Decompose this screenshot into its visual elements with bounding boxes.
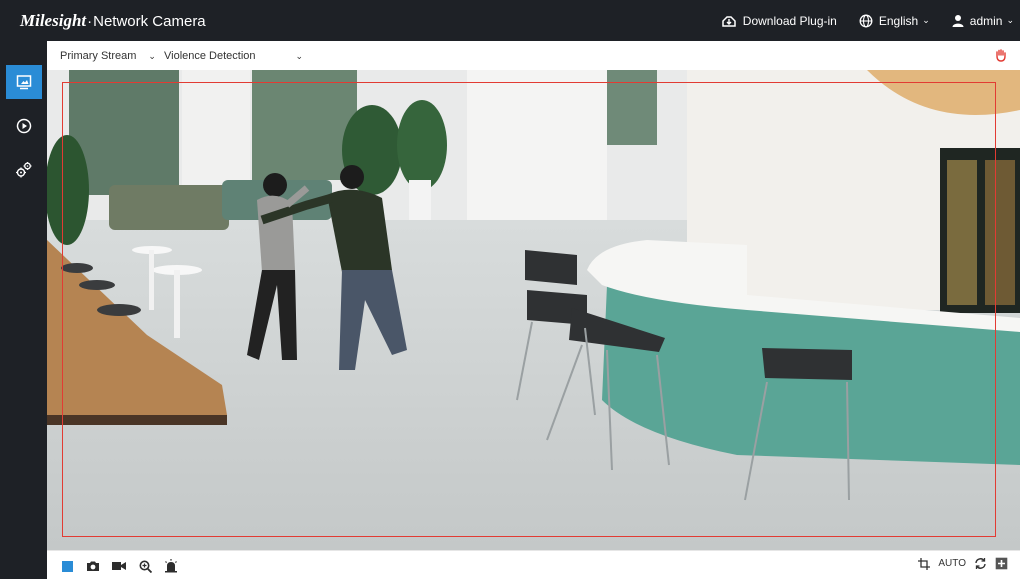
playback-icon bbox=[16, 118, 32, 134]
record-icon bbox=[112, 562, 126, 570]
app-title: Network Camera bbox=[93, 13, 206, 30]
live-view-icon bbox=[16, 75, 32, 90]
snapshot-icon bbox=[87, 561, 99, 571]
language-label: English bbox=[878, 13, 919, 28]
bottom-toolbar: AUTO bbox=[47, 550, 1020, 580]
user-menu[interactable]: admin ⌄ bbox=[952, 14, 1014, 28]
ptz-hand-button[interactable] bbox=[994, 48, 1008, 65]
user-label: admin bbox=[969, 13, 1003, 28]
detection-mode-select[interactable]: Violence Detection ⌄ bbox=[164, 50, 303, 62]
language-select[interactable]: English ⌄ bbox=[859, 14, 930, 28]
digital-zoom-button[interactable] bbox=[137, 558, 153, 574]
zoom-icon bbox=[139, 560, 152, 573]
sidebar bbox=[0, 41, 47, 579]
brand-name: Milesight bbox=[20, 11, 87, 30]
record-button[interactable] bbox=[111, 558, 127, 574]
detection-region bbox=[62, 82, 996, 537]
chevron-down-icon: ⌄ bbox=[295, 50, 304, 61]
chevron-down-icon: ⌄ bbox=[1006, 15, 1014, 25]
zoom-mode-label[interactable]: AUTO bbox=[938, 558, 966, 569]
refresh-icon[interactable] bbox=[974, 557, 987, 570]
stream-type-value: Primary Stream bbox=[60, 50, 137, 62]
hand-icon bbox=[996, 49, 1006, 62]
live-video[interactable] bbox=[47, 70, 1020, 550]
stream-bar: Primary Stream ⌄ Violence Detection ⌄ bbox=[47, 41, 1020, 71]
chevron-down-icon: ⌄ bbox=[148, 50, 156, 61]
globe-icon bbox=[859, 14, 873, 27]
app-logo: Milesight·Network Camera bbox=[20, 11, 206, 30]
crop-icon[interactable] bbox=[918, 557, 931, 570]
chevron-down-icon: ⌄ bbox=[922, 15, 930, 25]
snapshot-button[interactable] bbox=[85, 558, 101, 574]
sidebar-item-live-view[interactable] bbox=[6, 65, 42, 99]
stop-button[interactable] bbox=[59, 558, 75, 574]
top-header: Milesight·Network Camera Download Plug-i… bbox=[0, 0, 1020, 41]
sidebar-item-settings[interactable] bbox=[6, 153, 42, 187]
download-plugin-label: Download Plug-in bbox=[742, 13, 837, 28]
alarm-output-button[interactable] bbox=[163, 558, 179, 574]
stop-icon bbox=[61, 560, 73, 572]
download-plugin-button[interactable]: Download Plug-in bbox=[721, 14, 837, 28]
stream-type-select[interactable]: Primary Stream ⌄ bbox=[60, 50, 156, 62]
fullscreen-icon[interactable] bbox=[995, 557, 1008, 570]
user-icon bbox=[952, 15, 964, 27]
alarm-icon bbox=[165, 559, 177, 573]
detection-mode-value: Violence Detection bbox=[164, 50, 256, 62]
settings-gears-icon bbox=[16, 162, 32, 178]
plugin-icon bbox=[722, 15, 736, 27]
sidebar-item-playback[interactable] bbox=[6, 109, 42, 143]
